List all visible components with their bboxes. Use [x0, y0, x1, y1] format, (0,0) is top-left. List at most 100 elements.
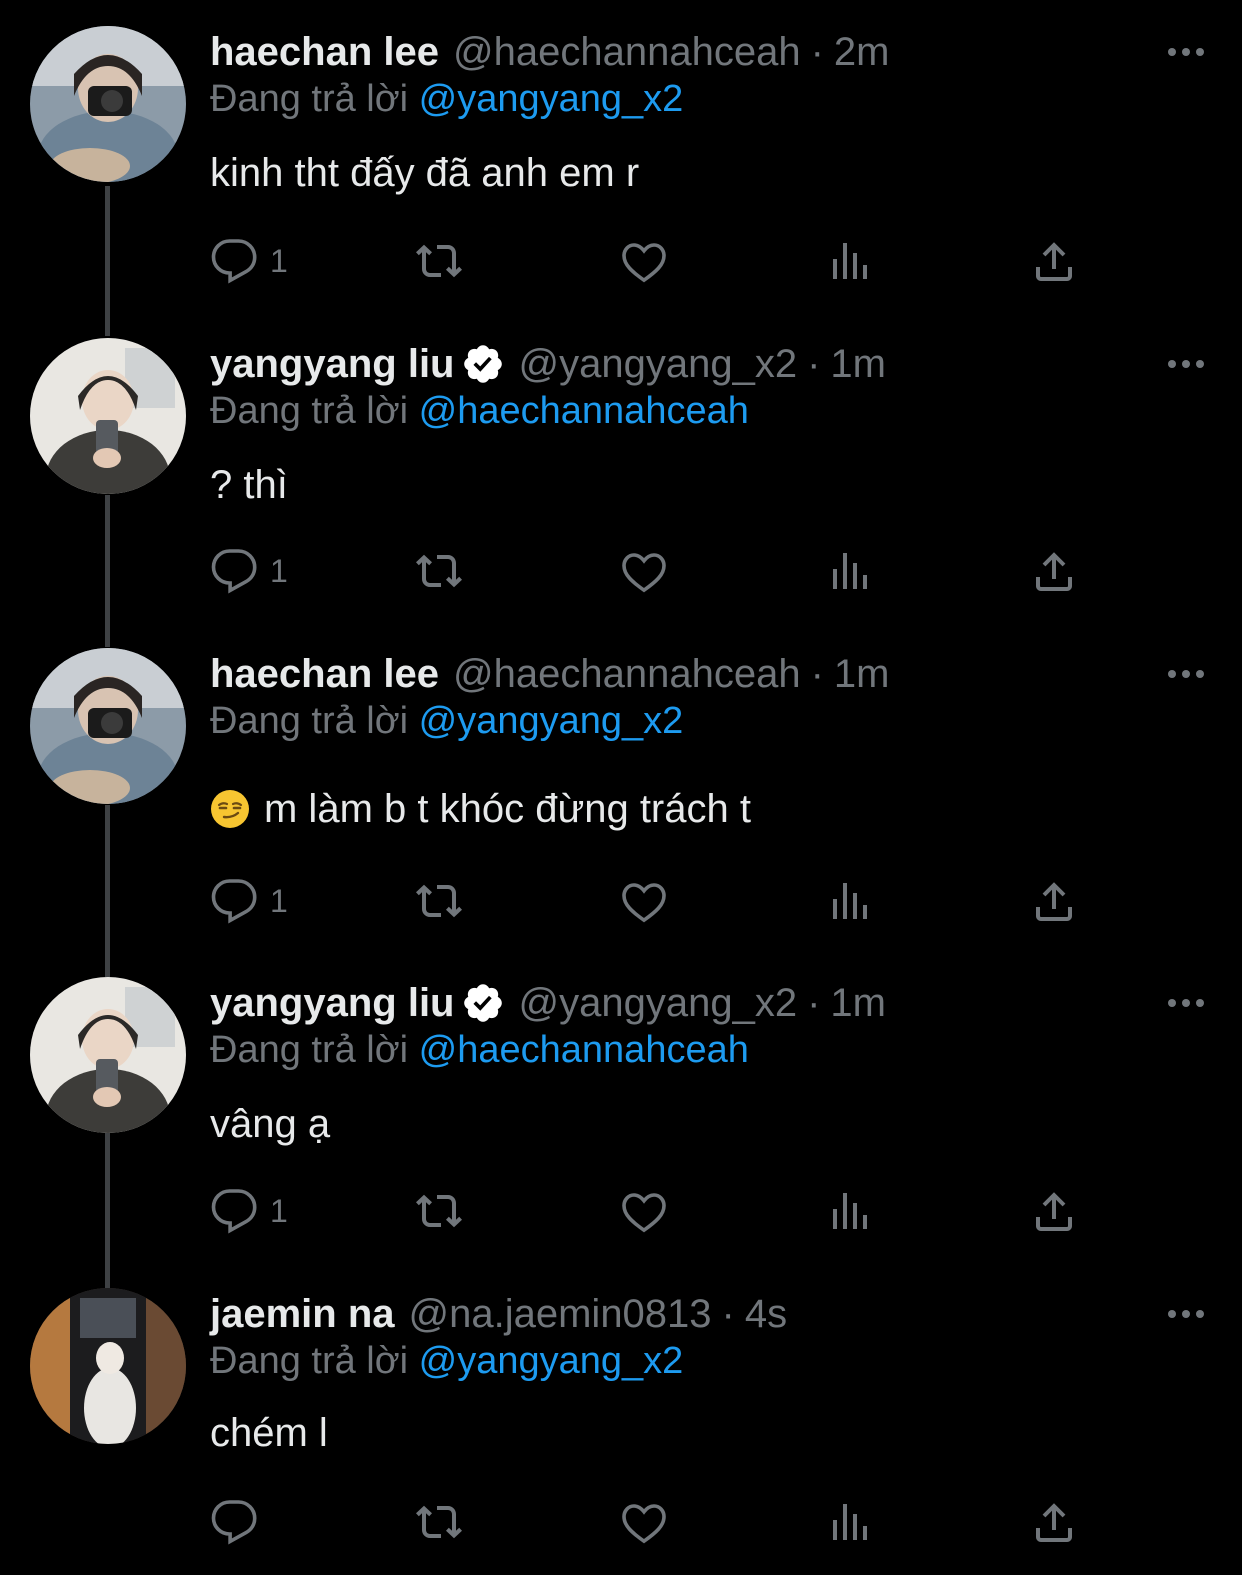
- retweet-button[interactable]: [415, 546, 463, 596]
- tweet[interactable]: haechan lee @haechannahceah · 2m Đang tr…: [0, 26, 1242, 306]
- replying-to: Đang trả lời @yangyang_x2: [210, 700, 683, 743]
- separator-dot: ·: [807, 341, 821, 386]
- user-handle[interactable]: @yangyang_x2: [519, 981, 798, 1026]
- timestamp[interactable]: 1m: [834, 652, 890, 697]
- tweet-text-content: kinh tht đấy đã anh em r: [210, 150, 640, 195]
- display-name[interactable]: yangyang liu: [210, 342, 455, 387]
- retweet-icon: [416, 554, 462, 588]
- reply-count: 1: [270, 882, 288, 919]
- tweet[interactable]: haechan lee @haechannahceah · 1m Đang tr…: [0, 648, 1242, 948]
- mention-link[interactable]: @yangyang_x2: [419, 1340, 684, 1382]
- like-button[interactable]: [620, 876, 668, 926]
- display-name[interactable]: yangyang liu: [210, 981, 455, 1026]
- mention-link[interactable]: @yangyang_x2: [419, 78, 684, 120]
- avatar[interactable]: [30, 1288, 186, 1444]
- views-button[interactable]: [825, 1186, 873, 1236]
- mention-link[interactable]: @haechannahceah: [419, 1029, 749, 1071]
- verified-badge-icon: [463, 984, 502, 1022]
- share-button[interactable]: [1030, 236, 1078, 286]
- share-button[interactable]: [1030, 1186, 1078, 1236]
- reply-count: 1: [270, 552, 288, 589]
- more-icon[interactable]: [1164, 338, 1208, 390]
- tweet-text-content: chém l: [210, 1410, 328, 1455]
- user-handle[interactable]: @yangyang_x2: [519, 342, 798, 387]
- views-icon: [833, 1504, 867, 1540]
- retweet-icon: [416, 884, 462, 918]
- mention-link[interactable]: @yangyang_x2: [419, 700, 684, 742]
- avatar[interactable]: [30, 977, 186, 1133]
- like-button[interactable]: [620, 1497, 668, 1547]
- share-button[interactable]: [1030, 546, 1078, 596]
- timestamp[interactable]: 1m: [830, 342, 886, 387]
- action-bar: 1: [210, 876, 1090, 926]
- retweet-button[interactable]: [415, 876, 463, 926]
- avatar[interactable]: [30, 26, 186, 182]
- like-icon: [622, 883, 666, 923]
- views-button[interactable]: [825, 876, 873, 926]
- display-name[interactable]: haechan lee: [210, 652, 439, 697]
- more-icon[interactable]: [1164, 648, 1208, 700]
- views-icon: [833, 243, 867, 279]
- more-icon[interactable]: [1164, 1288, 1208, 1340]
- reply-button[interactable]: 1: [210, 236, 288, 286]
- replying-to: Đang trả lời @haechannahceah: [210, 1029, 749, 1072]
- more-icon[interactable]: [1164, 977, 1208, 1029]
- share-button[interactable]: [1030, 1497, 1078, 1547]
- views-button[interactable]: [825, 236, 873, 286]
- avatar[interactable]: [30, 648, 186, 804]
- tweet[interactable]: yangyang liu @yangyang_x2 · 1m Đang trả …: [0, 338, 1242, 618]
- retweet-button[interactable]: [415, 1497, 463, 1547]
- reply-icon: [211, 1189, 257, 1234]
- replying-to: Đang trả lời @yangyang_x2: [210, 1340, 683, 1383]
- mention-link[interactable]: @haechannahceah: [419, 390, 749, 432]
- reply-button[interactable]: [210, 1497, 270, 1547]
- like-icon: [622, 243, 666, 283]
- reply-icon: [211, 549, 257, 594]
- tweet[interactable]: yangyang liu @yangyang_x2 · 1m Đang trả …: [0, 977, 1242, 1257]
- tweet-text: chém l: [210, 1409, 328, 1457]
- user-handle[interactable]: @na.jaemin0813: [409, 1292, 712, 1337]
- timestamp[interactable]: 4s: [745, 1292, 787, 1337]
- separator-dot: ·: [810, 29, 824, 74]
- views-button[interactable]: [825, 1497, 873, 1547]
- like-icon: [622, 1504, 666, 1544]
- tweet-text-content: ? thì: [210, 462, 288, 507]
- reply-button[interactable]: 1: [210, 546, 288, 596]
- more-icon[interactable]: [1164, 26, 1208, 78]
- like-button[interactable]: [620, 236, 668, 286]
- timestamp[interactable]: 2m: [834, 30, 890, 75]
- action-bar: 1: [210, 236, 1090, 286]
- retweet-icon: [416, 244, 462, 278]
- user-handle[interactable]: @haechannahceah: [453, 652, 801, 697]
- reply-button[interactable]: 1: [210, 876, 288, 926]
- retweet-icon: [416, 1194, 462, 1228]
- retweet-button[interactable]: [415, 1186, 463, 1236]
- user-handle[interactable]: @haechannahceah: [453, 30, 801, 75]
- display-name[interactable]: haechan lee: [210, 30, 439, 75]
- tweet-text: vâng ạ: [210, 1100, 330, 1148]
- replying-to-label: Đang trả lời: [210, 390, 409, 432]
- retweet-button[interactable]: [415, 236, 463, 286]
- tweet-text: ? thì: [210, 461, 288, 509]
- retweet-icon: [416, 1505, 462, 1539]
- like-button[interactable]: [620, 546, 668, 596]
- action-bar: 1: [210, 1186, 1090, 1236]
- reply-button[interactable]: 1: [210, 1186, 288, 1236]
- separator-dot: ·: [721, 1291, 735, 1336]
- display-name[interactable]: jaemin na: [210, 1292, 395, 1337]
- replying-to-label: Đang trả lời: [210, 78, 409, 120]
- avatar[interactable]: [30, 338, 186, 494]
- views-button[interactable]: [825, 546, 873, 596]
- reply-count: 1: [270, 242, 288, 279]
- replying-to-label: Đang trả lời: [210, 700, 409, 742]
- timestamp[interactable]: 1m: [830, 981, 886, 1026]
- like-button[interactable]: [620, 1186, 668, 1236]
- smirking-face-emoji: [211, 790, 249, 828]
- share-icon: [1036, 242, 1072, 281]
- like-icon: [622, 1193, 666, 1233]
- share-button[interactable]: [1030, 876, 1078, 926]
- tweet[interactable]: jaemin na @na.jaemin0813 · 4s Đang trả l…: [0, 1288, 1242, 1568]
- share-icon: [1036, 552, 1072, 591]
- verified-badge-icon: [463, 345, 502, 383]
- separator-dot: ·: [807, 980, 821, 1025]
